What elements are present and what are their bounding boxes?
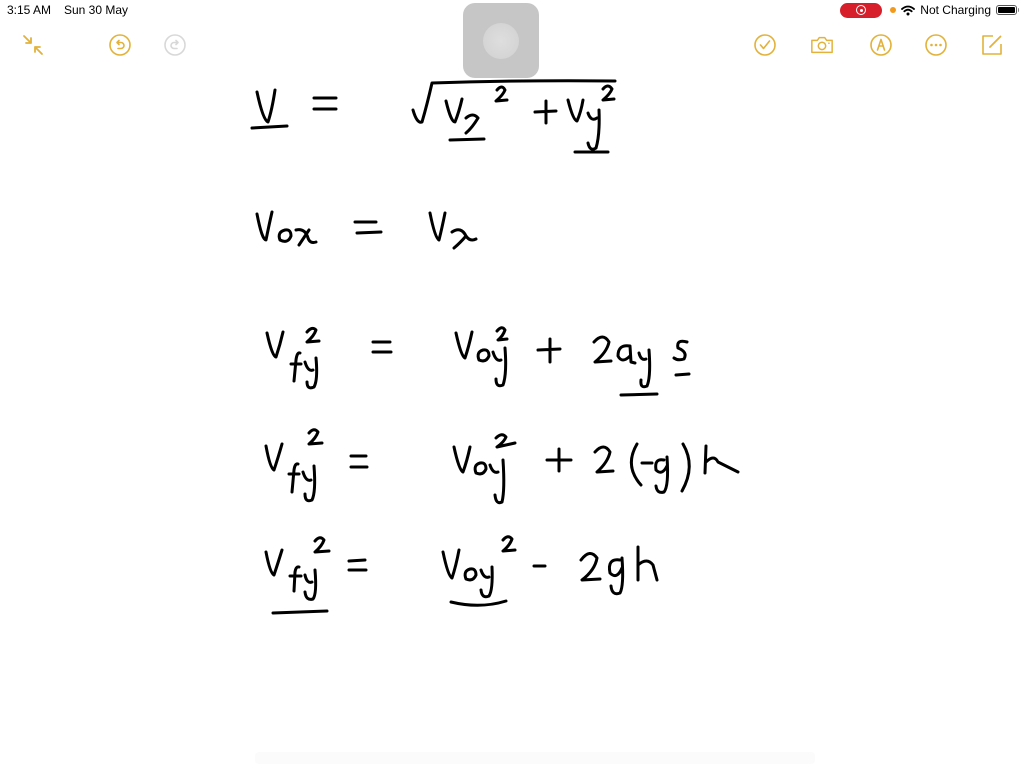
ink-o — [463, 567, 478, 582]
redo-button[interactable] — [163, 33, 187, 57]
checklist-icon — [754, 34, 776, 56]
status-date: Sun 30 May — [64, 3, 129, 17]
camera-overlay-handle[interactable] — [463, 3, 539, 78]
charging-status: Not Charging — [920, 3, 991, 17]
camera-icon — [811, 36, 833, 54]
ink-sup-2 — [494, 85, 509, 103]
ink-vx — [444, 97, 480, 135]
ink-plus — [533, 99, 558, 125]
handwriting-layer — [250, 79, 740, 615]
ink-paren-close — [680, 442, 691, 493]
ink-f — [289, 351, 303, 383]
ink-o — [473, 461, 488, 476]
status-time: 3:15 AM — [7, 3, 52, 17]
checklist-button[interactable] — [753, 33, 777, 57]
ink-f — [288, 565, 303, 593]
ink-paren-open — [629, 442, 643, 487]
ink-underline — [271, 609, 329, 615]
ink-underline — [619, 392, 659, 397]
ink-s — [672, 339, 689, 362]
compose-icon — [982, 35, 1002, 55]
camera-button[interactable] — [810, 33, 834, 57]
ink-equals — [347, 558, 368, 572]
ink-2 — [592, 335, 613, 364]
equation-4 — [264, 428, 740, 505]
ink-sup-2 — [313, 536, 331, 554]
ink-underline — [449, 599, 508, 607]
ink-f — [287, 462, 301, 494]
ink-underline — [250, 124, 289, 130]
equation-3 — [265, 326, 691, 397]
ink-equals — [312, 96, 338, 111]
ink-2 — [579, 552, 602, 582]
ink-v — [265, 330, 285, 359]
camera-lens-icon — [483, 22, 519, 59]
ink-y — [637, 348, 652, 389]
collapse-icon — [23, 35, 43, 55]
battery-icon — [996, 5, 1019, 15]
status-indicators: Not Charging — [840, 2, 1019, 18]
ink-o — [476, 348, 491, 363]
note-canvas[interactable]: v = √(vₓ² + v_y²) v₀ₓ = vₓ v_fy² = v_oy²… — [0, 60, 1024, 768]
collapse-button[interactable] — [21, 33, 45, 57]
ink-sup-2 — [305, 326, 321, 344]
markup-button[interactable] — [869, 33, 893, 57]
equation-2 — [255, 210, 478, 250]
ink-y — [491, 346, 508, 388]
ink-equals — [349, 454, 369, 469]
ink-equals — [371, 340, 393, 354]
screen-record-icon[interactable] — [840, 2, 883, 18]
ink-v — [264, 442, 284, 472]
markup-icon — [870, 34, 892, 56]
compose-button[interactable] — [980, 33, 1004, 57]
ink-vy — [566, 98, 601, 151]
ink-o — [277, 228, 293, 243]
undo-icon — [109, 34, 131, 56]
ink-sup-2 — [601, 84, 616, 102]
ink-v — [441, 548, 461, 580]
equation-1 — [250, 79, 617, 154]
home-indicator-area — [255, 752, 815, 764]
wifi-icon — [901, 5, 916, 15]
ink-2 — [593, 445, 615, 474]
ink-v — [452, 445, 472, 474]
ink-y — [303, 568, 318, 601]
ink-g — [654, 455, 670, 494]
undo-button[interactable] — [108, 33, 132, 57]
more-icon — [925, 34, 947, 56]
ink-y — [488, 458, 506, 505]
ink-v — [454, 330, 474, 360]
ink-x — [294, 228, 318, 247]
ink-equals — [353, 220, 383, 235]
ink-sqrt — [411, 79, 617, 124]
ink-sup-2 — [495, 326, 509, 342]
ink-y — [301, 464, 317, 503]
ink-underline — [448, 137, 486, 142]
ink-sup-2 — [307, 428, 324, 446]
ink-v — [255, 88, 277, 124]
ink-h — [703, 444, 740, 475]
ink-h — [636, 545, 659, 582]
ink-v — [264, 548, 284, 577]
more-button[interactable] — [924, 33, 948, 57]
ink-sup-2 — [494, 433, 517, 449]
redo-icon — [164, 34, 186, 56]
ink-plus — [536, 337, 562, 364]
ink-plus — [545, 447, 573, 473]
ink-y — [479, 565, 494, 599]
ink-underline — [674, 372, 691, 377]
ink-g — [608, 556, 625, 596]
ink-x — [450, 228, 478, 250]
ink-y — [303, 356, 319, 390]
ink-sup-2 — [501, 535, 517, 553]
equation-5 — [264, 535, 659, 615]
ink-a — [616, 344, 637, 365]
mic-in-use-dot — [890, 7, 897, 13]
ink-v — [428, 211, 447, 242]
ink-v — [255, 210, 274, 242]
